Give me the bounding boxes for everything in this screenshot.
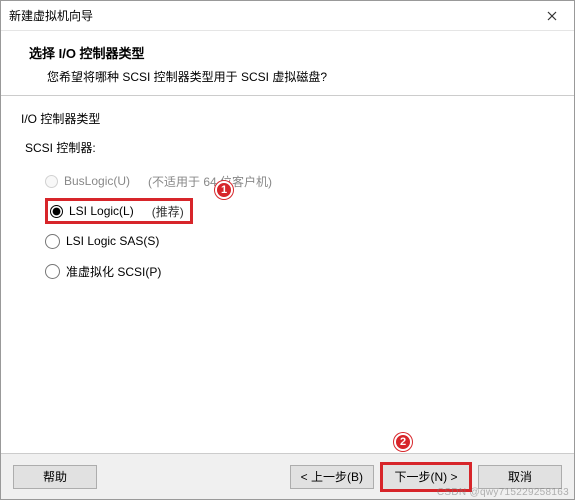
radio-lsilogic-note: (推荐) bbox=[152, 203, 184, 220]
page-subtitle: 您希望将哪种 SCSI 控制器类型用于 SCSI 虚拟磁盘? bbox=[29, 68, 546, 85]
radio-buslogic: BusLogic(U) (不适用于 64 位客户机) bbox=[45, 166, 554, 196]
titlebar: 新建虚拟机向导 bbox=[1, 1, 574, 31]
radio-pvscsi-input[interactable] bbox=[45, 264, 60, 279]
radio-group: BusLogic(U) (不适用于 64 位客户机) LSI Logic(L) … bbox=[21, 166, 554, 286]
next-button-inner: 下一步(N) > bbox=[394, 470, 457, 484]
group-label: I/O 控制器类型 bbox=[21, 110, 554, 127]
close-button[interactable] bbox=[538, 5, 566, 27]
next-button[interactable]: 下一步(N) > bbox=[380, 462, 472, 492]
radio-buslogic-note: (不适用于 64 位客户机) bbox=[148, 173, 272, 190]
cancel-button[interactable]: 取消 bbox=[478, 465, 562, 489]
close-icon bbox=[547, 11, 557, 21]
radio-pvscsi-label[interactable]: 准虚拟化 SCSI(P) bbox=[66, 263, 161, 280]
footer: 帮助 < 上一步(B) 下一步(N) > 取消 bbox=[1, 453, 574, 499]
page-title: 选择 I/O 控制器类型 bbox=[29, 43, 546, 62]
content-area: I/O 控制器类型 SCSI 控制器: BusLogic(U) (不适用于 64… bbox=[1, 96, 574, 453]
radio-buslogic-input bbox=[45, 175, 58, 188]
radio-lsisas-label[interactable]: LSI Logic SAS(S) bbox=[66, 234, 159, 248]
radio-lsisas-input[interactable] bbox=[45, 234, 60, 249]
radio-lsilogic-input[interactable] bbox=[50, 205, 63, 218]
scsi-label: SCSI 控制器: bbox=[21, 139, 554, 156]
callout-badge-1: 1 bbox=[215, 181, 233, 199]
radio-lsilogic-label[interactable]: LSI Logic(L) bbox=[69, 204, 134, 218]
radio-lsilogic-row: LSI Logic(L) (推荐) bbox=[45, 196, 554, 226]
wizard-window: 新建虚拟机向导 选择 I/O 控制器类型 您希望将哪种 SCSI 控制器类型用于… bbox=[0, 0, 575, 500]
highlight-box-option: LSI Logic(L) (推荐) bbox=[45, 198, 193, 224]
header-section: 选择 I/O 控制器类型 您希望将哪种 SCSI 控制器类型用于 SCSI 虚拟… bbox=[1, 31, 574, 96]
radio-lsisas-row: LSI Logic SAS(S) bbox=[45, 226, 554, 256]
radio-buslogic-label: BusLogic(U) bbox=[64, 174, 130, 188]
back-button[interactable]: < 上一步(B) bbox=[290, 465, 374, 489]
callout-badge-2: 2 bbox=[394, 433, 412, 451]
window-title: 新建虚拟机向导 bbox=[9, 7, 93, 24]
help-button[interactable]: 帮助 bbox=[13, 465, 97, 489]
radio-pvscsi-row: 准虚拟化 SCSI(P) bbox=[45, 256, 554, 286]
